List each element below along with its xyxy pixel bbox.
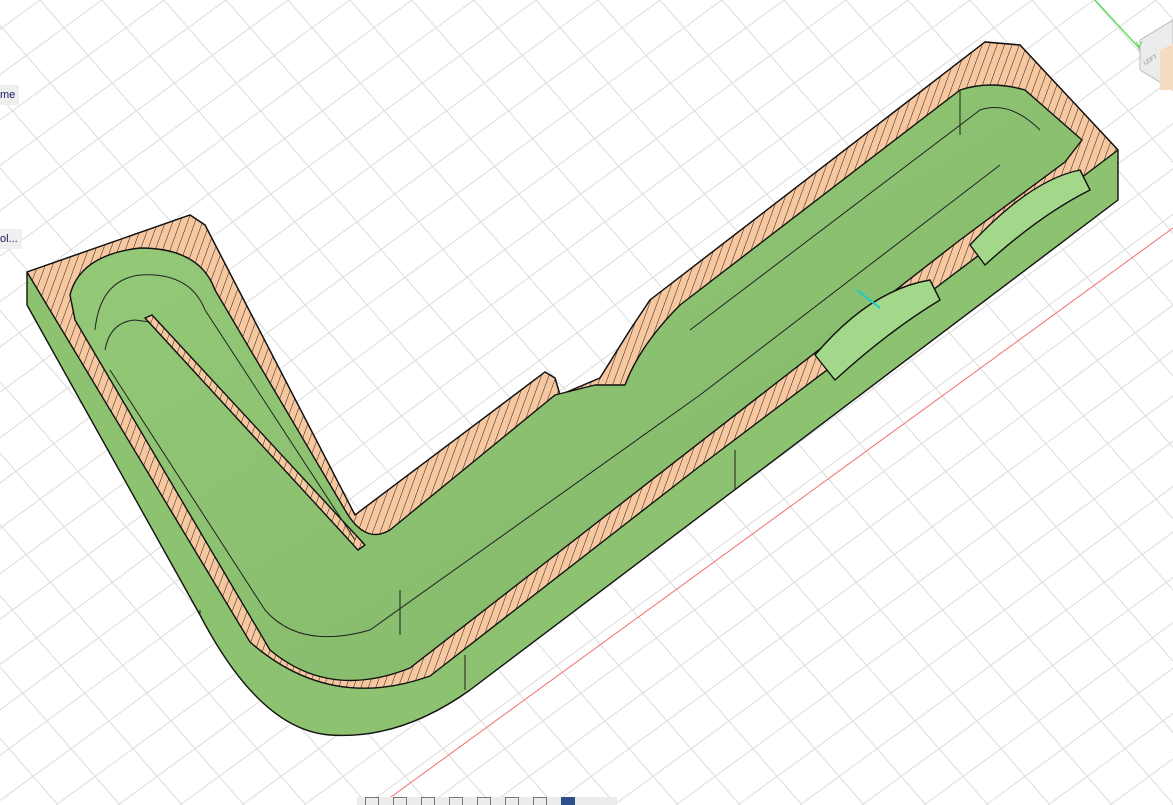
display-settings-icon[interactable] — [477, 797, 491, 805]
model-body[interactable] — [26, 41, 1119, 737]
browser-panel-label-1[interactable]: me — [0, 85, 20, 105]
browser-panel-label-2[interactable]: ol... — [0, 229, 22, 249]
grid-settings-icon[interactable] — [505, 797, 519, 805]
viewports-icon[interactable] — [533, 797, 547, 805]
navigation-toolbar — [357, 797, 617, 805]
environment-icon[interactable] — [561, 797, 575, 805]
viewcube[interactable]: Y LEFT — [1135, 19, 1173, 91]
zoom-icon[interactable] — [421, 797, 435, 805]
orbit-icon[interactable] — [365, 797, 379, 805]
3d-viewport[interactable]: Y LEFT — [0, 0, 1173, 805]
grid-line — [0, 0, 41, 30]
fit-icon[interactable] — [449, 797, 463, 805]
pan-icon[interactable] — [393, 797, 407, 805]
viewcube-axis-label: Y — [1135, 39, 1143, 53]
grid-line — [0, 737, 59, 805]
